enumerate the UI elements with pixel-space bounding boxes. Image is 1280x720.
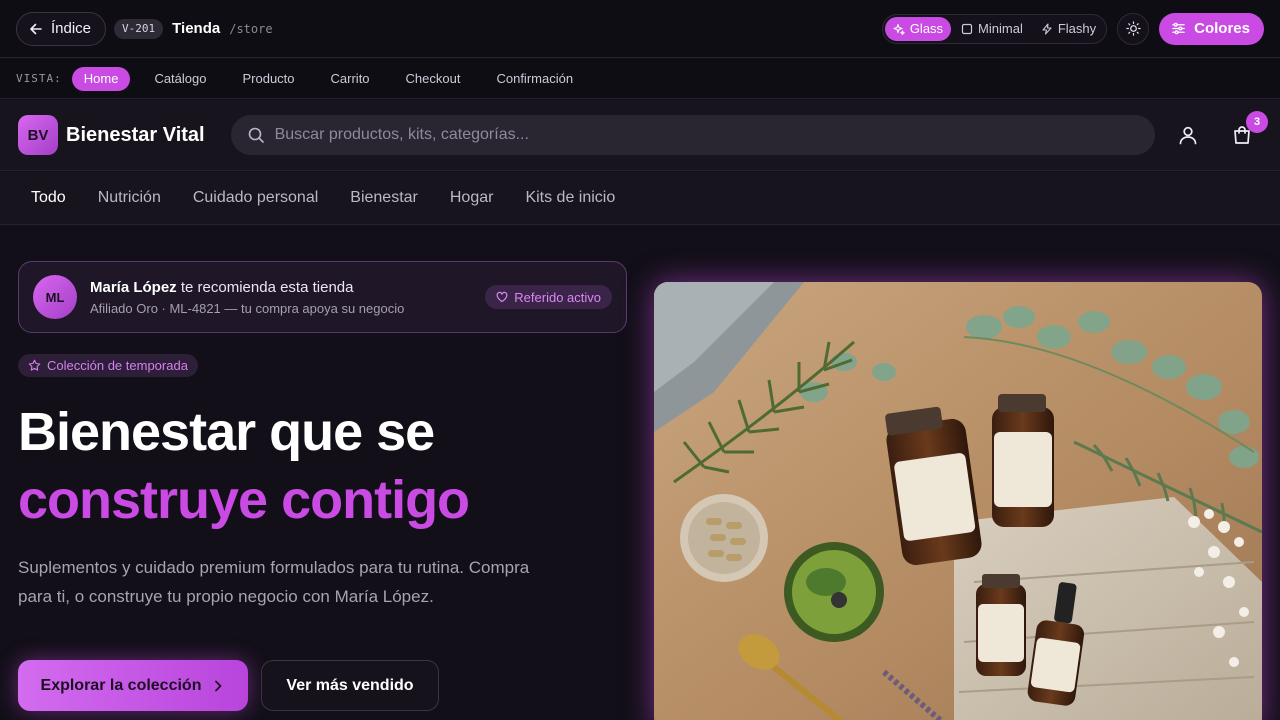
style-mode-toggle: Glass Minimal Flashy <box>881 13 1108 44</box>
referral-headline: María López te recomienda esta tienda <box>90 279 404 296</box>
theme-toggle-button[interactable] <box>1117 12 1150 45</box>
affiliate-avatar: ML <box>33 275 77 319</box>
heart-icon <box>496 291 508 303</box>
category-nutricion[interactable]: Nutrición <box>82 189 177 207</box>
search-input[interactable] <box>274 126 1139 144</box>
cart-count-badge: 3 <box>1246 111 1268 133</box>
page-path: /store <box>229 21 273 36</box>
account-button[interactable] <box>1176 123 1200 147</box>
search-bar <box>230 115 1155 155</box>
page-title: Tienda <box>172 20 221 37</box>
season-chip: Colección de temporada <box>18 354 198 377</box>
cart-button[interactable]: 3 <box>1230 111 1268 147</box>
mode-minimal-label: Minimal <box>978 21 1023 36</box>
hero-product-image <box>654 282 1262 720</box>
view-tab-confirmacion[interactable]: Confirmación <box>484 67 585 91</box>
hero-headline: Bienestar que se construye contigo <box>18 398 470 534</box>
category-hogar[interactable]: Hogar <box>434 189 510 207</box>
back-button[interactable]: Índice <box>16 11 107 46</box>
search-icon <box>248 127 264 143</box>
explore-collection-button[interactable]: Explorar la colección <box>18 660 248 711</box>
category-kits-de-inicio[interactable]: Kits de inicio <box>509 189 631 207</box>
category-cuidado-personal[interactable]: Cuidado personal <box>177 189 334 207</box>
referral-status-label: Referido activo <box>514 289 601 305</box>
category-nav: Todo Nutrición Cuidado personal Bienesta… <box>0 172 1280 225</box>
version-badge: V-201 <box>114 18 164 39</box>
sun-icon <box>1125 21 1141 36</box>
best-sellers-label: Ver más vendido <box>286 676 414 694</box>
referral-subtext: Afiliado Oro · ML-4821 — tu compra apoya… <box>90 300 405 316</box>
user-icon <box>1179 126 1197 145</box>
season-chip-label: Colección de temporada <box>47 358 188 373</box>
hero-description: Suplementos y cuidado premium formulados… <box>18 558 530 606</box>
category-todo[interactable]: Todo <box>15 189 82 207</box>
view-tab-carrito[interactable]: Carrito <box>319 67 382 91</box>
product-photo-illustration <box>654 282 1262 720</box>
mode-minimal-button[interactable]: Minimal <box>953 17 1031 41</box>
explore-collection-label: Explorar la colección <box>40 676 202 694</box>
affiliate-name: María López <box>90 278 177 296</box>
colors-button[interactable]: Colores <box>1159 12 1264 45</box>
mode-flashy-button[interactable]: Flashy <box>1033 17 1104 41</box>
brand-name[interactable]: Bienestar Vital <box>66 124 205 147</box>
back-button-label: Índice <box>51 20 92 37</box>
view-label: VISTA: <box>16 72 62 85</box>
star-icon <box>28 359 41 371</box>
referral-card: ML María López te recomienda esta tienda… <box>18 261 627 333</box>
sparkles-icon <box>893 23 905 35</box>
hero-section: ML María López te recomienda esta tienda… <box>0 226 1280 720</box>
mode-glass-button[interactable]: Glass <box>884 16 952 41</box>
hero-headline-line2: construye contigo <box>18 470 470 530</box>
referral-recommend-text: te recomienda esta tienda <box>176 278 354 296</box>
view-tab-checkout[interactable]: Checkout <box>394 67 473 91</box>
hero-headline-line1: Bienestar que se <box>18 402 435 462</box>
bolt-icon <box>1042 22 1052 35</box>
view-tab-catalogo[interactable]: Catálogo <box>142 67 218 91</box>
best-sellers-button[interactable]: Ver más vendido <box>261 660 439 711</box>
top-bar: Índice V-201 Tienda /store Glass Minimal… <box>0 0 1280 58</box>
view-tab-producto[interactable]: Producto <box>230 67 306 91</box>
store-header: BV Bienestar Vital 3 <box>0 100 1280 171</box>
category-bienestar[interactable]: Bienestar <box>334 189 434 207</box>
sliders-icon <box>1172 22 1185 35</box>
view-bar: VISTA: Home Catálogo Producto Carrito Ch… <box>0 59 1280 99</box>
square-icon <box>961 23 973 34</box>
chevron-right-icon <box>215 680 222 691</box>
arrow-left-icon <box>30 23 42 34</box>
view-tab-home[interactable]: Home <box>71 66 131 91</box>
referral-status-badge: Referido activo <box>485 285 612 309</box>
mode-flashy-label: Flashy <box>1057 21 1097 36</box>
mode-glass-label: Glass <box>909 21 944 36</box>
colors-button-label: Colores <box>1194 20 1250 37</box>
brand-logo[interactable]: BV <box>18 115 58 155</box>
